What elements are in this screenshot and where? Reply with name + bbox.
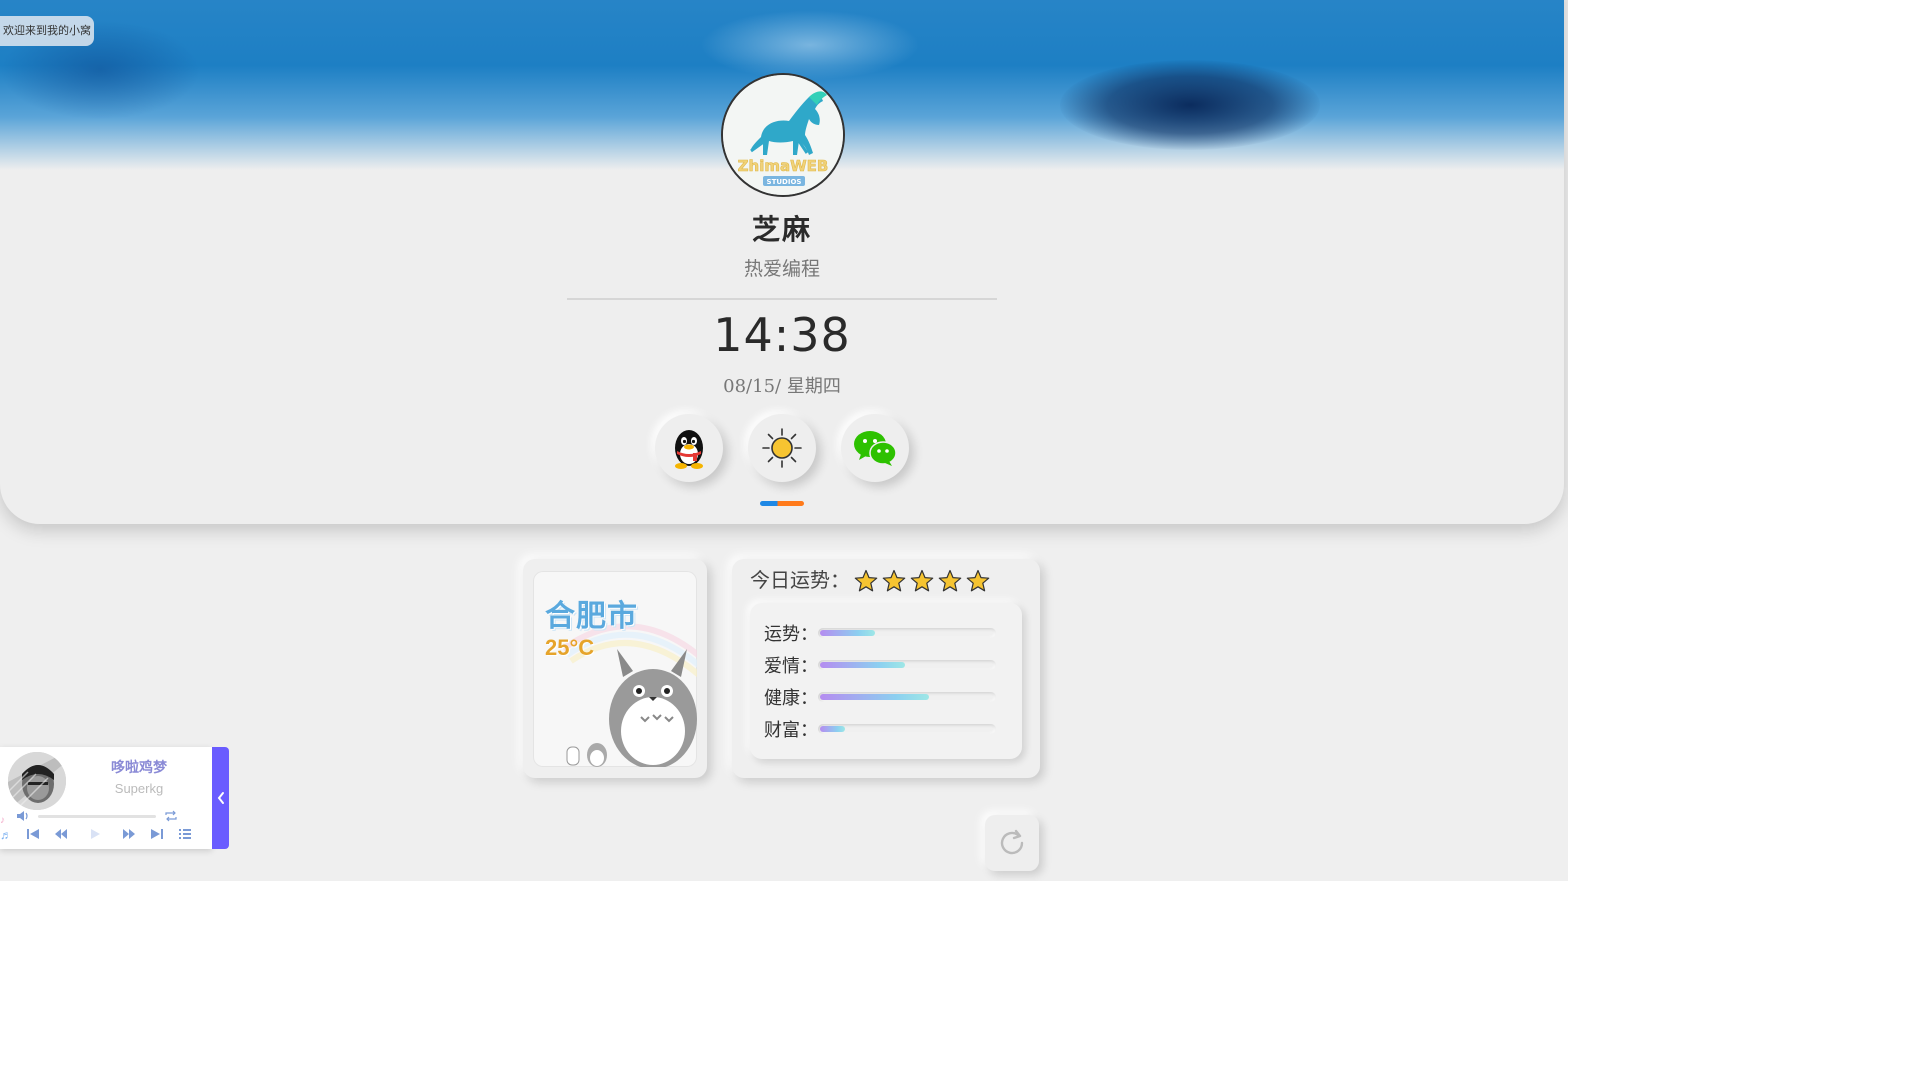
song-title: 哆啦鸡梦 — [111, 759, 167, 775]
progress-bar[interactable] — [38, 815, 156, 818]
skip-back-button[interactable] — [20, 825, 45, 843]
star-icon — [854, 569, 878, 592]
fortune-label: 爱情： — [764, 656, 818, 677]
avatar-subtext: STUDIOS — [767, 178, 802, 186]
sun-icon — [762, 428, 802, 468]
fortune-bar — [818, 692, 996, 702]
fortune-label: 财富： — [764, 720, 818, 741]
fortune-bar-fill — [820, 726, 845, 732]
skip-forward-icon — [150, 829, 163, 839]
weather-city: 合肥市 — [545, 600, 638, 633]
fortune-row-wealth: 财富： — [764, 717, 996, 741]
fast-forward-icon — [122, 829, 135, 839]
svg-text:♪: ♪ — [0, 815, 5, 826]
playlist-button[interactable] — [172, 825, 197, 843]
volume-icon[interactable] — [16, 810, 30, 822]
profile-name: 芝麻 — [751, 213, 812, 246]
skip-forward-button[interactable] — [144, 825, 169, 843]
wechat-button[interactable] — [841, 414, 909, 482]
theme-toggle-button[interactable] — [748, 414, 816, 482]
fortune-card: 今日运势： 运势： 爱情： 健康： 财富： — [732, 559, 1040, 778]
horse-logo-icon: ZhimaWEB STUDIOS — [723, 75, 843, 195]
star-icon — [910, 569, 934, 592]
profile-motto: 热爱编程 — [743, 258, 820, 280]
refresh-icon — [1000, 829, 1024, 855]
weather-card: 合肥市 25°C — [523, 559, 707, 778]
star-icon — [882, 569, 906, 592]
play-icon — [90, 829, 100, 839]
fortune-bar — [818, 724, 996, 734]
fortune-label: 运势： — [764, 624, 818, 645]
star-icon — [938, 569, 962, 592]
page-background-right — [1568, 0, 1920, 1079]
album-cover[interactable] — [8, 752, 66, 810]
rewind-icon — [54, 829, 67, 839]
star-icon — [966, 569, 990, 592]
fortune-title: 今日运势： — [750, 570, 850, 592]
loop-icon[interactable] — [164, 810, 178, 822]
fortune-bar — [818, 628, 996, 638]
fortune-row-luck: 运势： — [764, 621, 996, 645]
welcome-tag: 欢迎来到我的小窝 — [0, 16, 94, 46]
qq-penguin-icon — [675, 430, 703, 469]
fortune-bar-fill — [820, 694, 929, 700]
avatar-text: ZhimaWEB — [738, 157, 829, 175]
svg-text:♬: ♬ — [0, 828, 10, 842]
player-collapse-button[interactable] — [212, 747, 229, 849]
album-cover-icon — [8, 752, 66, 810]
chevron-left-icon — [217, 792, 224, 804]
refresh-button[interactable] — [985, 815, 1039, 871]
page-indicator — [760, 501, 804, 506]
fortune-bar-fill — [820, 662, 906, 668]
rewind-button[interactable] — [48, 825, 73, 843]
playlist-icon — [178, 829, 191, 839]
play-button[interactable] — [82, 825, 107, 843]
app-frame: 欢迎来到我的小窝 ZhimaWEB STUDIOS 芝麻 热爱编程 14:38 … — [0, 0, 1568, 881]
weather-temperature: 25°C — [545, 635, 595, 660]
wechat-icon — [854, 431, 897, 466]
fast-forward-button[interactable] — [116, 825, 141, 843]
music-note-icon: ♪ ♬ — [0, 815, 10, 842]
qq-button[interactable] — [655, 414, 723, 482]
divider — [567, 298, 997, 300]
fortune-row-health: 健康： — [764, 685, 996, 709]
clock-date: 08/15/ 星期四 — [723, 376, 841, 397]
weather-panel: 合肥市 25°C — [533, 571, 697, 767]
fortune-row-love: 爱情： — [764, 653, 996, 677]
song-artist: Superkg — [114, 781, 164, 796]
clock-time: 14:38 — [713, 308, 851, 362]
page-background-bottom — [0, 881, 1568, 1079]
fortune-stars — [854, 569, 990, 593]
fortune-label: 健康： — [764, 688, 818, 709]
avatar[interactable]: ZhimaWEB STUDIOS — [721, 73, 845, 197]
fortune-bar-fill — [820, 630, 876, 636]
skip-back-icon — [26, 829, 39, 839]
music-player: 哆啦鸡梦 Superkg ♪ ♬ — [0, 747, 212, 849]
fortune-panel: 运势： 爱情： 健康： 财富： — [750, 603, 1022, 759]
fortune-bar — [818, 660, 996, 670]
player-controls — [20, 825, 200, 843]
